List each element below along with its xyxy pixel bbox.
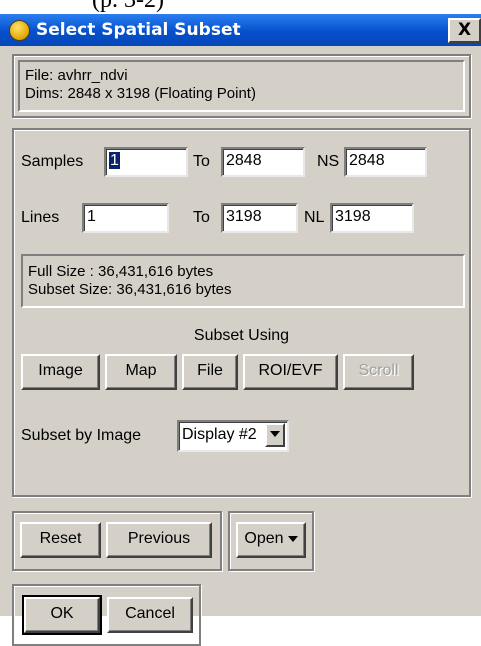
close-button[interactable]: X: [448, 18, 481, 43]
ok-cancel-frame: OK Cancel: [12, 584, 201, 646]
ns-field[interactable]: 2848: [344, 147, 427, 177]
samples-to-label: To: [193, 153, 210, 170]
lines-start-field[interactable]: 1: [82, 203, 169, 233]
display-select-arrow[interactable]: [265, 423, 285, 447]
subset-size-text: Subset Size: 36,431,616 bytes: [28, 281, 232, 298]
file-info-frame: File: avhrr_ndvi Dims: 2848 x 3198 (Floa…: [12, 54, 471, 118]
display-select[interactable]: Display #2: [177, 420, 289, 452]
subset-file-button[interactable]: File: [182, 354, 238, 390]
samples-end-field[interactable]: 2848: [221, 147, 305, 177]
lines-end-field[interactable]: 3198: [221, 203, 298, 233]
subset-by-image-label: Subset by Image: [21, 427, 142, 444]
samples-label: Samples: [21, 153, 84, 170]
previous-button[interactable]: Previous: [106, 522, 212, 558]
subset-roi-evf-button[interactable]: ROI/EVF: [243, 354, 338, 390]
ok-button[interactable]: OK: [22, 595, 102, 635]
dims-text: Dims: 2848 x 3198 (Floating Point): [25, 85, 256, 102]
subset-map-button[interactable]: Map: [105, 354, 177, 390]
open-dropdown-icon: [287, 535, 298, 542]
samples-start-value: 1: [109, 152, 120, 169]
subset-image-button[interactable]: Image: [21, 354, 100, 390]
window-title: Select Spatial Subset: [36, 20, 241, 40]
dialog-body: File: avhrr_ndvi Dims: 2848 x 3198 (Floa…: [0, 46, 481, 646]
lines-to-label: To: [193, 209, 210, 226]
open-frame: Open: [228, 511, 314, 571]
subset-using-heading: Subset Using: [193, 327, 290, 344]
reset-previous-frame: Reset Previous: [12, 511, 222, 571]
ns-label: NS: [317, 153, 340, 170]
reset-button[interactable]: Reset: [20, 522, 101, 558]
full-size-text: Full Size : 36,431,616 bytes: [28, 263, 214, 280]
partial-caption-text: (p. 3-2): [92, 0, 164, 13]
title-bar[interactable]: Select Spatial Subset X: [0, 14, 481, 46]
lines-label: Lines: [21, 209, 60, 226]
nl-label: NL: [304, 209, 325, 226]
file-name-text: File: avhrr_ndvi: [25, 67, 128, 84]
open-menu-button[interactable]: Open: [236, 522, 306, 558]
display-select-value: Display #2: [182, 426, 257, 443]
size-info-box: Full Size : 36,431,616 bytes Subset Size…: [21, 254, 465, 308]
nl-field[interactable]: 3198: [330, 203, 414, 233]
open-label: Open: [244, 530, 284, 547]
chevron-down-icon: [270, 430, 280, 437]
envi-globe-icon: [9, 20, 30, 41]
subset-panel: Samples 1 To 2848 NS 2848 Lines 1 To 319…: [12, 128, 471, 497]
cancel-button[interactable]: Cancel: [107, 597, 193, 633]
samples-start-field[interactable]: 1: [104, 147, 188, 177]
file-info-box: File: avhrr_ndvi Dims: 2848 x 3198 (Floa…: [18, 60, 465, 112]
subset-scroll-button[interactable]: Scroll: [343, 354, 414, 390]
